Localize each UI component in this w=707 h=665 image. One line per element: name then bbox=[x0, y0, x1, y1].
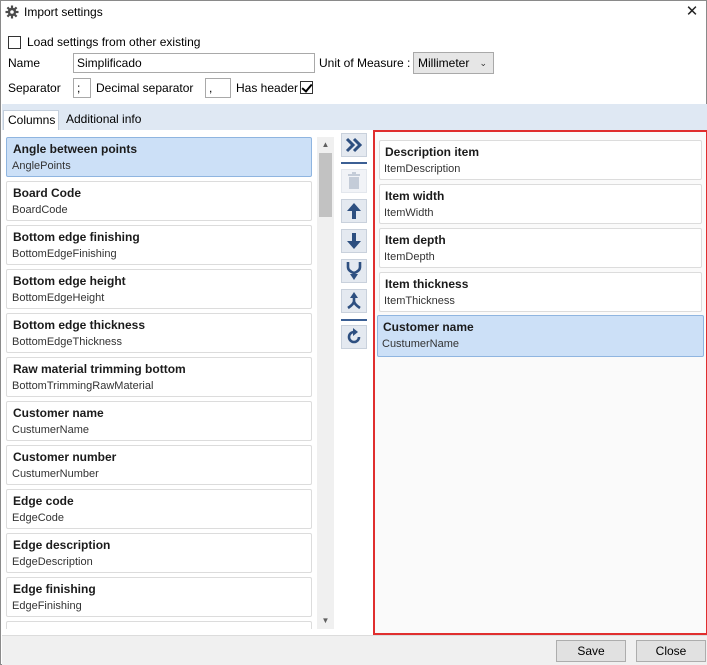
split-button[interactable] bbox=[341, 289, 367, 313]
list-item[interactable]: Edge code EdgeCode bbox=[6, 489, 312, 529]
list-item[interactable]: Item thickness ItemThickness bbox=[379, 272, 702, 312]
merge-icon bbox=[346, 262, 362, 280]
scroll-thumb[interactable] bbox=[319, 153, 332, 217]
list-item[interactable]: Customer name CustumerName bbox=[377, 315, 704, 357]
decimal-separator-input[interactable]: , bbox=[205, 78, 231, 98]
window-title: Import settings bbox=[24, 5, 103, 19]
list-item[interactable]: Item width ItemWidth bbox=[379, 184, 702, 224]
available-columns-list: Angle between points AnglePoints Board C… bbox=[5, 132, 315, 629]
list-item[interactable]: Customer number CustumerNumber bbox=[6, 445, 312, 485]
list-item[interactable]: Customer name CustumerName bbox=[6, 401, 312, 441]
list-item[interactable]: Edge description EdgeDescription bbox=[6, 533, 312, 573]
refresh-button[interactable] bbox=[341, 325, 367, 349]
scroll-down-icon[interactable]: ▼ bbox=[317, 613, 334, 629]
list-item[interactable]: Item depth ItemDepth bbox=[379, 228, 702, 268]
close-icon[interactable]: ✕ bbox=[684, 3, 700, 21]
split-icon bbox=[347, 292, 361, 310]
unit-select[interactable]: Millimeter ⌄ bbox=[413, 52, 494, 74]
name-input[interactable]: Simplificado bbox=[73, 53, 315, 73]
import-settings-window: Import settings ✕ Load settings from oth… bbox=[0, 0, 707, 665]
unit-value: Millimeter bbox=[418, 56, 470, 70]
load-existing-checkbox[interactable] bbox=[8, 35, 21, 49]
name-label: Name bbox=[8, 56, 41, 70]
delete-icon bbox=[348, 172, 360, 189]
delete-button[interactable] bbox=[341, 169, 367, 193]
gear-icon bbox=[5, 5, 19, 19]
has-header-checkbox[interactable] bbox=[300, 81, 313, 94]
load-existing-label: Load settings from other existing bbox=[27, 35, 201, 49]
tab-strip: Columns Additional info bbox=[2, 104, 707, 130]
tab-additional-info[interactable]: Additional info bbox=[62, 110, 148, 130]
toolbar-divider bbox=[341, 162, 367, 164]
move-down-button[interactable] bbox=[341, 229, 367, 253]
separator-input[interactable]: ; bbox=[73, 78, 91, 98]
list-item[interactable]: Bottom edge thickness BottomEdgeThicknes… bbox=[6, 313, 312, 353]
close-button[interactable]: Close bbox=[636, 640, 706, 662]
move-up-button[interactable] bbox=[341, 199, 367, 223]
merge-button[interactable] bbox=[341, 259, 367, 283]
has-header-label: Has header bbox=[236, 81, 299, 95]
move-down-icon bbox=[347, 233, 361, 249]
list-item[interactable]: Angle between points AnglePoints bbox=[6, 137, 312, 177]
refresh-icon bbox=[347, 328, 361, 344]
add-all-button[interactable] bbox=[341, 133, 367, 157]
selected-columns-list: Description item ItemDescription Item wi… bbox=[373, 130, 707, 635]
save-button[interactable]: Save bbox=[556, 640, 626, 662]
chevron-down-icon: ⌄ bbox=[479, 58, 487, 68]
dialog-footer: Save Close bbox=[2, 635, 707, 665]
toolbar-divider bbox=[341, 319, 367, 321]
tab-columns[interactable]: Columns bbox=[3, 110, 59, 130]
unit-label: Unit of Measure : bbox=[319, 56, 411, 70]
decimal-separator-label: Decimal separator bbox=[96, 81, 194, 95]
load-existing-row[interactable]: Load settings from other existing bbox=[8, 33, 200, 51]
list-scrollbar[interactable]: ▲ ▼ bbox=[317, 137, 334, 629]
add-all-icon bbox=[345, 137, 363, 153]
list-item[interactable]: Bottom edge finishing BottomEdgeFinishin… bbox=[6, 225, 312, 265]
title-bar: Import settings ✕ bbox=[1, 1, 706, 25]
list-item[interactable]: Description item ItemDescription bbox=[379, 140, 702, 180]
move-up-icon bbox=[347, 203, 361, 219]
list-item[interactable]: Edge finishing EdgeFinishing bbox=[6, 577, 312, 617]
list-item[interactable]: Board Code BoardCode bbox=[6, 181, 312, 221]
scroll-up-icon[interactable]: ▲ bbox=[317, 137, 334, 153]
list-item[interactable] bbox=[6, 621, 312, 629]
separator-label: Separator bbox=[8, 81, 61, 95]
list-item[interactable]: Bottom edge height BottomEdgeHeight bbox=[6, 269, 312, 309]
list-item[interactable]: Raw material trimming bottom BottomTrimm… bbox=[6, 357, 312, 397]
